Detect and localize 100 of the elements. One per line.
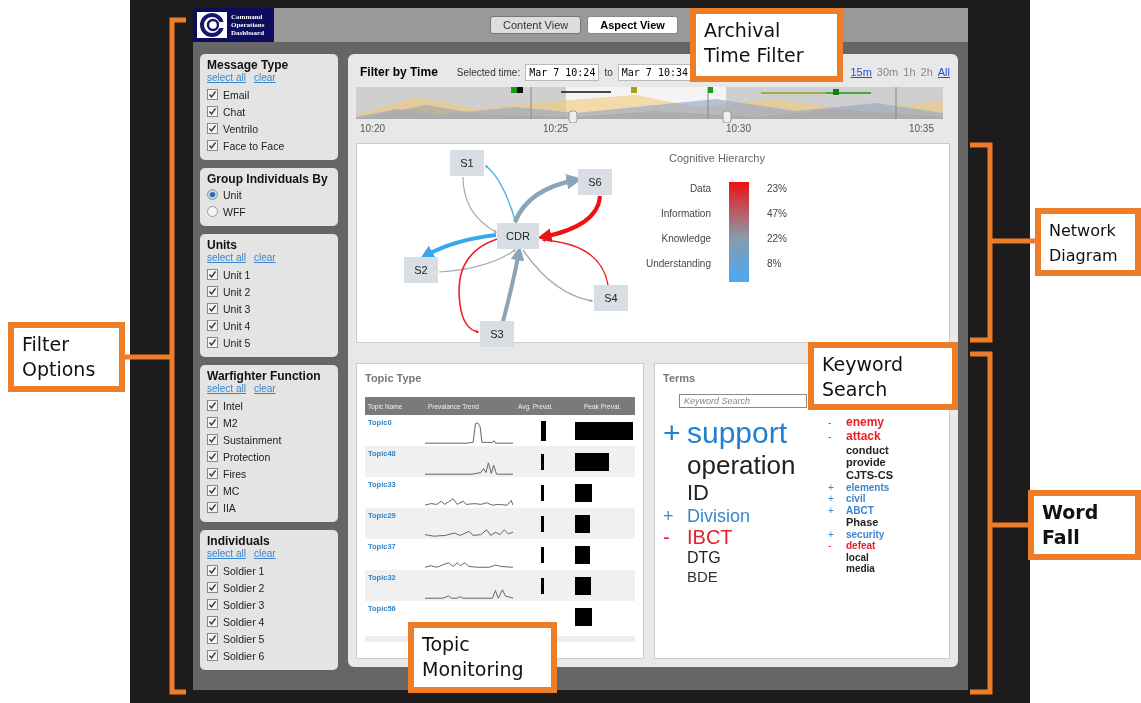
term-word[interactable]: conduct bbox=[846, 443, 889, 457]
time-tick: 10:30 bbox=[725, 123, 751, 136]
select-all-link[interactable]: select all bbox=[207, 252, 246, 263]
legend-value: 22% bbox=[767, 232, 787, 246]
checkbox[interactable] bbox=[207, 616, 218, 627]
end-time-field[interactable]: Mar 7 10:34 bbox=[617, 63, 692, 81]
radio-button[interactable] bbox=[207, 189, 218, 200]
term-word[interactable]: Division bbox=[687, 505, 751, 527]
term-word[interactable]: enemy bbox=[846, 416, 885, 430]
clear-link[interactable]: clear bbox=[253, 383, 276, 394]
term-word[interactable]: IBCT bbox=[687, 526, 733, 550]
callout-label: Topic Monitoring bbox=[408, 622, 557, 693]
checkbox[interactable] bbox=[207, 269, 218, 280]
range-link[interactable]: 2h bbox=[920, 66, 933, 78]
callout-label: Archival Time Filter bbox=[690, 8, 843, 82]
peak-bar bbox=[575, 483, 592, 502]
checkbox[interactable] bbox=[207, 123, 218, 134]
select-all-link[interactable]: select all bbox=[207, 383, 246, 394]
term-word[interactable]: BDE bbox=[687, 567, 718, 585]
network-node[interactable]: S6 bbox=[578, 169, 612, 195]
option-label: Unit 2 bbox=[223, 285, 251, 298]
term-word[interactable]: elements bbox=[846, 481, 890, 493]
term-word[interactable]: attack bbox=[846, 429, 881, 444]
option-label: Soldier 4 bbox=[223, 615, 265, 628]
term-word[interactable]: CJTS-CS bbox=[846, 468, 894, 482]
checkbox[interactable] bbox=[207, 140, 218, 151]
legend-title: Cognitive Hierarchy bbox=[669, 152, 766, 164]
selected-time-label: Selected time: bbox=[456, 66, 521, 78]
network-node[interactable]: S2 bbox=[404, 257, 438, 283]
checkbox[interactable] bbox=[207, 633, 218, 644]
option-label: Face to Face bbox=[223, 139, 285, 152]
checkbox[interactable] bbox=[207, 451, 218, 462]
checkbox[interactable] bbox=[207, 106, 218, 117]
legend-label: Information bbox=[660, 207, 711, 221]
checkbox[interactable] bbox=[207, 400, 218, 411]
option-label: Soldier 5 bbox=[223, 632, 265, 645]
option-label: MC bbox=[223, 484, 240, 497]
checkbox[interactable] bbox=[207, 434, 218, 445]
trend-sign: - bbox=[663, 526, 670, 549]
network-node[interactable]: CDR bbox=[497, 223, 539, 249]
term-word[interactable]: media bbox=[846, 563, 875, 575]
term-word[interactable]: Phase bbox=[846, 516, 879, 529]
select-all-link[interactable]: select all bbox=[207, 548, 246, 559]
network-node[interactable]: S4 bbox=[594, 285, 628, 311]
range-link[interactable]: 1h bbox=[903, 66, 916, 78]
term-word[interactable]: ABCT bbox=[846, 504, 874, 516]
option-label: Unit bbox=[223, 188, 242, 201]
checkbox[interactable] bbox=[207, 286, 218, 297]
select-all-link[interactable]: select all bbox=[207, 72, 246, 83]
peak-bar bbox=[575, 607, 592, 626]
term-word[interactable]: defeat bbox=[846, 540, 876, 552]
checkbox[interactable] bbox=[207, 565, 218, 576]
term-word[interactable]: support bbox=[687, 416, 788, 451]
peak-bar bbox=[575, 545, 590, 564]
term-word[interactable]: ID bbox=[687, 480, 709, 506]
callout-label: Filter Options bbox=[8, 322, 125, 392]
logo-icon bbox=[197, 12, 227, 38]
option-label: Soldier 1 bbox=[223, 564, 265, 577]
checkbox[interactable] bbox=[207, 417, 218, 428]
trend-sign: - bbox=[828, 430, 832, 442]
average-bar bbox=[541, 577, 544, 594]
checkbox[interactable] bbox=[207, 485, 218, 496]
clear-link[interactable]: clear bbox=[253, 548, 276, 559]
term-word[interactable]: DTG bbox=[687, 549, 721, 568]
view-tab[interactable]: Content View bbox=[490, 16, 582, 34]
trend-sign: - bbox=[828, 540, 832, 552]
peak-bar bbox=[575, 452, 609, 471]
view-tab[interactable]: Aspect View bbox=[587, 16, 678, 34]
checkbox[interactable] bbox=[207, 582, 218, 593]
checkbox[interactable] bbox=[207, 320, 218, 331]
checkbox[interactable] bbox=[207, 650, 218, 661]
filter-title: Message Type bbox=[207, 58, 290, 72]
time-tick: 10:35 bbox=[908, 123, 934, 136]
average-bar bbox=[541, 515, 544, 532]
checkbox[interactable] bbox=[207, 468, 218, 479]
clear-link[interactable]: clear bbox=[253, 252, 276, 263]
checkbox[interactable] bbox=[207, 337, 218, 348]
range-link[interactable]: 30m bbox=[876, 66, 899, 78]
checkbox[interactable] bbox=[207, 599, 218, 610]
range-link[interactable]: 15m bbox=[850, 66, 872, 78]
term-word[interactable]: operation bbox=[687, 450, 796, 481]
network-node[interactable]: S3 bbox=[480, 321, 514, 347]
range-link[interactable]: All bbox=[937, 66, 950, 78]
time-tick: 10:20 bbox=[360, 123, 386, 136]
trend-sign: + bbox=[828, 481, 834, 493]
term-word[interactable]: security bbox=[846, 528, 885, 541]
clear-link[interactable]: clear bbox=[253, 72, 276, 83]
keyword-search-field[interactable]: Keyword Search bbox=[679, 394, 807, 408]
checkbox[interactable] bbox=[207, 89, 218, 100]
term-word[interactable]: provide bbox=[846, 456, 886, 469]
network-node[interactable]: S1 bbox=[450, 150, 484, 176]
term-word[interactable]: local bbox=[846, 551, 869, 564]
option-label: IIA bbox=[223, 501, 236, 514]
option-label: Ventrilo bbox=[223, 122, 259, 135]
checkbox[interactable] bbox=[207, 303, 218, 314]
radio-button[interactable] bbox=[207, 206, 218, 217]
term-word[interactable]: civil bbox=[846, 493, 866, 505]
checkbox[interactable] bbox=[207, 502, 218, 513]
option-label: Unit 3 bbox=[223, 302, 251, 315]
start-time-field[interactable]: Mar 7 10:24 bbox=[525, 63, 600, 81]
